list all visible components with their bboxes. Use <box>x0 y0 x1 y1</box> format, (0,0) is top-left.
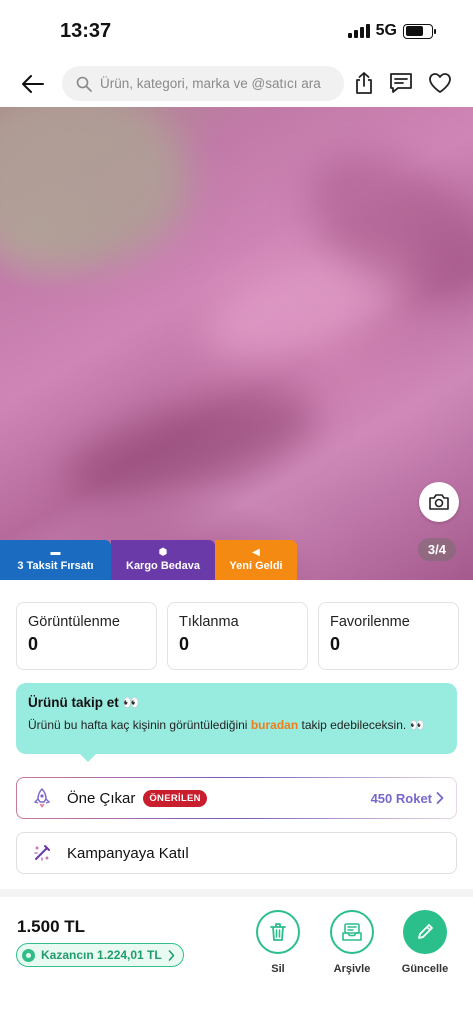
search-icon <box>76 76 92 92</box>
search-input[interactable] <box>100 76 338 91</box>
campaign-icon <box>29 840 55 866</box>
stat-card-clicks: Tıklanma 0 <box>167 602 308 670</box>
status-bar: 13:37 5G <box>0 0 473 60</box>
battery-icon <box>403 23 436 39</box>
bottom-action-bar: 1.500 TL Kazancın 1.224,01 TL Sil Arşivl… <box>0 897 473 1024</box>
tooltip-link[interactable]: buradan <box>251 718 298 732</box>
search-box[interactable] <box>62 66 344 101</box>
stat-label: Görüntülenme <box>28 614 120 630</box>
update-button[interactable]: Güncelle <box>395 910 455 975</box>
update-label: Güncelle <box>401 963 449 975</box>
pencil-icon <box>418 924 433 939</box>
nav-bar <box>0 62 473 104</box>
arrow-left-icon <box>22 75 44 93</box>
badge-label: 3 Taksit Fırsatı <box>17 560 94 572</box>
product-badges: ▬ 3 Taksit Fırsatı ⬢ Kargo Bedava ◀ Yeni… <box>0 540 297 580</box>
chevron-right-icon <box>436 792 444 804</box>
trash-icon <box>270 923 286 941</box>
divider <box>0 889 473 897</box>
delete-label: Sil <box>271 963 285 975</box>
back-button[interactable] <box>18 70 48 98</box>
network-label: 5G <box>375 22 397 39</box>
badge-label: Kargo Bedava <box>126 560 200 572</box>
rocket-price: 450 Roket <box>371 791 444 806</box>
earnings-pill[interactable]: Kazancın 1.224,01 TL <box>16 943 184 967</box>
coin-icon <box>22 948 35 962</box>
badge-installment: ▬ 3 Taksit Fırsatı <box>0 540 111 580</box>
message-icon <box>390 73 412 93</box>
stats-row: Görüntülenme 0 Tıklanma 0 Favorilenme 0 <box>16 602 459 670</box>
boost-row[interactable]: Öne Çıkar ÖNERİLEN 450 Roket <box>16 777 457 819</box>
campaign-label: Kampanyaya Katıl <box>67 844 189 862</box>
favorite-button[interactable] <box>426 69 454 97</box>
rocket-price-value: 450 Roket <box>370 790 432 806</box>
camera-icon <box>429 494 449 510</box>
stat-card-views: Görüntülenme 0 <box>16 602 157 670</box>
stat-card-favorites: Favorilenme 0 <box>318 602 459 670</box>
stat-label: Favorilenme <box>330 614 410 630</box>
stat-value: 0 <box>179 634 190 654</box>
card-icon: ▬ <box>50 547 61 558</box>
chevron-right-icon <box>168 949 175 961</box>
tooltip-text: Ürünü bu hafta kaç kişinin görüntülediği… <box>28 717 445 733</box>
image-page-counter: 3/4 <box>417 538 456 561</box>
archive-circle <box>330 910 374 954</box>
badge-new-arrival: ◀ Yeni Geldi <box>215 540 297 580</box>
share-button[interactable] <box>350 69 378 97</box>
tooltip-text-after: takip edebileceksin. 👀 <box>298 718 425 732</box>
follow-product-tooltip: Ürünü takip et 👀 Ürünü bu hafta kaç kişi… <box>16 683 457 762</box>
rocket-icon <box>29 785 55 811</box>
messages-button[interactable] <box>387 69 415 97</box>
badge-label: Yeni Geldi <box>229 560 283 572</box>
boost-label: Öne Çıkar <box>67 789 136 807</box>
signal-icon <box>347 24 370 38</box>
update-circle <box>403 910 447 954</box>
delete-button[interactable]: Sil <box>248 910 308 975</box>
product-image[interactable]: 3/4 ▬ 3 Taksit Fırsatı ⬢ Kargo Bedava ◀ … <box>0 107 473 580</box>
product-price: 1.500 TL <box>17 917 86 936</box>
archive-label: Arşivle <box>333 963 371 975</box>
archive-icon <box>342 923 362 941</box>
tooltip-title: Ürünü takip et 👀 <box>28 695 140 710</box>
archive-button[interactable]: Arşivle <box>322 910 382 975</box>
box-icon: ⬢ <box>158 547 168 558</box>
status-indicators: 5G <box>347 22 436 40</box>
share-icon <box>356 72 372 94</box>
earnings-text: Kazancın 1.224,01 TL <box>41 948 162 962</box>
badge-free-shipping: ⬢ Kargo Bedava <box>111 540 215 580</box>
delete-circle <box>256 910 300 954</box>
status-time: 13:37 <box>60 20 112 42</box>
campaign-row[interactable]: Kampanyaya Katıl <box>16 832 457 874</box>
stat-label: Tıklanma <box>179 614 239 630</box>
camera-button[interactable] <box>419 482 459 522</box>
recommended-badge: ÖNERİLEN <box>143 789 207 807</box>
image-region-background <box>0 107 190 267</box>
stat-value: 0 <box>28 634 39 654</box>
tooltip-text-before: Ürünü bu hafta kaç kişinin görüntülediği… <box>28 718 251 732</box>
megaphone-icon: ◀ <box>252 547 260 558</box>
stat-value: 0 <box>330 634 341 654</box>
image-region-shadow <box>54 374 326 520</box>
heart-icon <box>429 73 451 93</box>
